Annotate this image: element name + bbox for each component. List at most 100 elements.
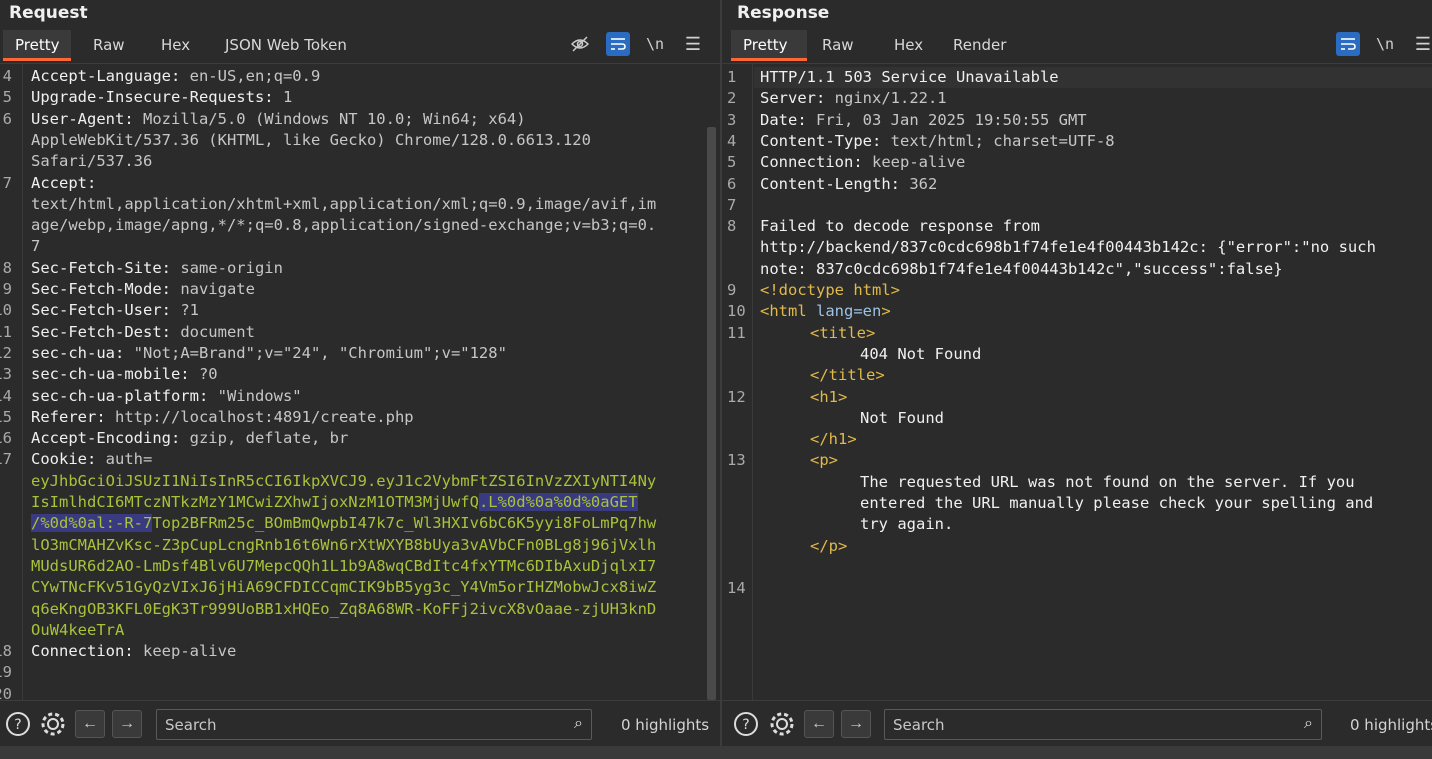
code-line: q6eKngOB3KFL0EgK3Tr999UoBB1xHQEo_Zq8A68W… xyxy=(31,599,656,620)
line-number: 11 xyxy=(727,323,746,342)
tab-pretty[interactable]: Pretty xyxy=(15,36,60,54)
request-footer: ? ← → ⌕ 0 highlights xyxy=(0,700,720,746)
code-line: </p> xyxy=(810,536,847,557)
header-name: HTTP/1.1 503 Service Unavailable xyxy=(760,68,1059,86)
wrap-lines-icon[interactable] xyxy=(1336,32,1360,56)
menu-icon[interactable]: ☰ xyxy=(1411,32,1432,56)
line-number: 14 xyxy=(727,579,746,598)
html-token: try again. xyxy=(860,515,954,534)
code-line: Safari/537.36 xyxy=(31,151,152,172)
line-number: 6 xyxy=(727,174,737,193)
code-line: CYwTNcFKv51GyQzVIxJ6jHiA69CFDICCqmCIK9bB… xyxy=(31,577,656,598)
previous-arrow-icon[interactable]: ← xyxy=(804,710,834,738)
body-text: Failed to decode response from xyxy=(760,217,1040,236)
header-value: keep-alive xyxy=(862,153,966,172)
header-name: Accept-Language: xyxy=(31,67,181,85)
code-line: Cookie: auth= xyxy=(31,449,152,470)
html-token: </h1> xyxy=(810,430,857,449)
header-value: age/webp,image/apng,*/*;q=0.8,applicatio… xyxy=(31,216,657,235)
header-value: nginx/1.22.1 xyxy=(825,89,947,108)
line-number: 12 xyxy=(727,387,746,406)
newline-toggle[interactable]: \n xyxy=(643,32,667,56)
search-input[interactable] xyxy=(157,710,591,739)
line-number: 14 xyxy=(0,386,12,405)
code-line: text/html,application/xhtml+xml,applicat… xyxy=(31,194,656,215)
previous-arrow-icon[interactable]: ← xyxy=(75,710,105,738)
request-scrollbar[interactable] xyxy=(707,127,716,700)
html-token: Not Found xyxy=(860,408,944,427)
code-line: </title> xyxy=(810,365,885,386)
line-number: 20 xyxy=(0,684,12,700)
next-arrow-icon[interactable]: → xyxy=(841,710,871,738)
help-icon[interactable]: ? xyxy=(731,709,761,739)
menu-icon[interactable]: ☰ xyxy=(681,32,705,56)
line-number: 13 xyxy=(0,365,12,384)
code-line: Date: Fri, 03 Jan 2025 19:50:55 GMT xyxy=(760,110,1087,131)
code-line: /%0d%0al:-R-7Top2BFRm25c_BOmBmQwpbI47k7c… xyxy=(31,513,656,534)
line-number: 6 xyxy=(2,109,12,128)
line-number: 5 xyxy=(727,153,737,172)
settings-gear-icon[interactable] xyxy=(38,709,68,739)
html-token: <p> xyxy=(810,451,838,470)
code-line: <html lang=en> xyxy=(760,301,891,322)
line-number: 10 xyxy=(727,302,746,321)
html-token: <h1> xyxy=(810,387,848,406)
header-value: same-origin xyxy=(170,258,283,277)
code-line: Sec-Fetch-User: ?1 xyxy=(31,300,199,321)
wrap-lines-icon[interactable] xyxy=(606,32,630,56)
header-value: http://localhost:4891/create.php xyxy=(105,407,414,426)
code-line: Content-Type: text/html; charset=UTF-8 xyxy=(760,131,1115,152)
highlights-count: 0 highlights xyxy=(621,716,710,734)
code-line: IsImlhdCI6MTczNTkzMzY1MCwiZXhwIjoxNzM1OT… xyxy=(31,492,638,513)
request-editor[interactable]: 4 Accept-Language: en-US,en;q=0.9 5 Upgrade… xyxy=(0,63,720,700)
tab-hex[interactable]: Hex xyxy=(894,36,923,54)
code-line: sec-ch-ua-mobile: ?0 xyxy=(31,364,218,385)
header-name: Sec-Fetch-User: xyxy=(31,301,171,320)
header-value: "Windows" xyxy=(208,386,302,405)
response-panel: Response Pretty Raw Hex Render \n ☰ 1 HTTP/1… xyxy=(722,0,1432,759)
code-line: sec-ch-ua-platform: "Windows" xyxy=(31,386,302,407)
line-number: 1 xyxy=(727,68,737,86)
next-arrow-icon[interactable]: → xyxy=(112,710,142,738)
code-line: entered the URL manually please check yo… xyxy=(860,493,1373,514)
body-text: http://backend/837c0cdc698b1f74fe1e4f004… xyxy=(760,238,1376,257)
request-panel: Request Pretty Raw Hex JSON Web Token \n ☰ … xyxy=(0,0,720,759)
help-icon[interactable]: ? xyxy=(3,709,33,739)
code-line: Accept: xyxy=(31,173,96,194)
code-line: Referer: http://localhost:4891/create.ph… xyxy=(31,407,414,428)
status-bar xyxy=(0,746,1432,759)
cookie-value: IsImlhdCI6MTczNTkzMzY1MCwiZXhwIjoxNzM1OT… xyxy=(31,493,479,511)
html-token: lang=en xyxy=(816,302,882,321)
code-line: <h1> xyxy=(810,387,847,408)
response-editor[interactable]: 1 HTTP/1.1 503 Service Unavailable 2 Server… xyxy=(722,63,1432,700)
code-line: try again. xyxy=(860,514,953,535)
newline-toggle[interactable]: \n xyxy=(1373,32,1397,56)
line-number: 10 xyxy=(0,301,12,320)
request-search[interactable]: ⌕ xyxy=(156,709,592,740)
line-number: 4 xyxy=(727,131,737,150)
line-number: 5 xyxy=(2,88,12,107)
response-search[interactable]: ⌕ xyxy=(884,709,1322,740)
tab-raw[interactable]: Raw xyxy=(93,36,125,54)
header-value: Fri, 03 Jan 2025 19:50:55 GMT xyxy=(806,110,1087,129)
tab-render[interactable]: Render xyxy=(953,36,1006,54)
tab-raw[interactable]: Raw xyxy=(822,36,854,54)
active-tab-underline xyxy=(731,58,807,61)
line-number: 15 xyxy=(0,407,12,426)
code-line: lO3mCMAHZvKsc-Z3pCupLcngRnb16t6Wn6rXtWXY… xyxy=(31,535,656,556)
svg-text:?: ? xyxy=(14,717,21,733)
tab-hex[interactable]: Hex xyxy=(161,36,190,54)
code-line: Accept-Language: en-US,en;q=0.9 xyxy=(31,66,320,87)
code-line: AppleWebKit/537.36 (KHTML, like Gecko) C… xyxy=(31,130,591,151)
hide-eye-icon[interactable] xyxy=(568,32,592,56)
html-token: 404 Not Found xyxy=(860,344,982,363)
search-input[interactable] xyxy=(885,710,1321,739)
code-line: Failed to decode response from xyxy=(760,216,1040,237)
header-name: Upgrade-Insecure-Requests: xyxy=(31,88,274,107)
header-value: gzip, deflate, br xyxy=(180,429,349,448)
tab-json-web-token[interactable]: JSON Web Token xyxy=(225,36,347,54)
settings-gear-icon[interactable] xyxy=(767,709,797,739)
code-line: Connection: keep-alive xyxy=(31,641,236,662)
line-number: 7 xyxy=(727,195,737,214)
tab-pretty[interactable]: Pretty xyxy=(743,36,788,54)
